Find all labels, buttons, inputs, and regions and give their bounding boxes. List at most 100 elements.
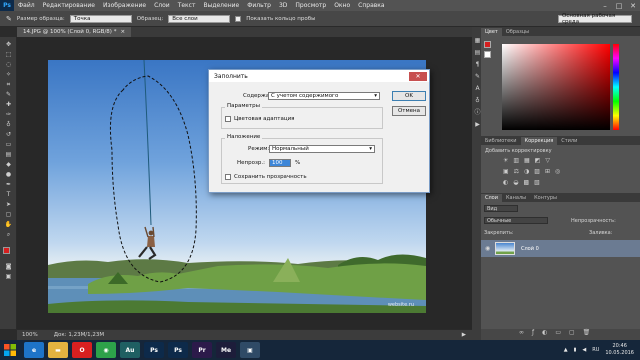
taskbar-chrome-icon[interactable]: ◉ [96, 342, 116, 358]
fill-dialog-close-button[interactable]: ✕ [409, 71, 427, 81]
healing-tool-icon[interactable]: ✚ [4, 101, 13, 108]
brush-tool-icon[interactable]: ✑ [4, 111, 13, 118]
tab-layers[interactable]: Слои [481, 194, 502, 202]
shape-tool-icon[interactable]: ▢ [4, 211, 13, 218]
path-select-tool-icon[interactable]: ➤ [4, 201, 13, 208]
hand-tool-icon[interactable]: ✋ [4, 221, 13, 228]
minimize-button[interactable]: – [598, 0, 612, 11]
tab-channels[interactable]: Каналы [502, 194, 530, 202]
tab-swatches[interactable]: Образцы [502, 28, 533, 36]
taskbar-photoshop-a-icon[interactable]: Ps [144, 342, 164, 358]
menu-3d[interactable]: 3D [275, 2, 291, 9]
layer-kind-value: Вид [487, 206, 498, 212]
foreground-color-swatch[interactable] [3, 247, 10, 254]
pen-tool-icon[interactable]: ✒ [4, 181, 13, 188]
menu-window[interactable]: Окно [330, 2, 354, 9]
taskbar-photoshop-b-icon[interactable]: Ps [168, 342, 188, 358]
menu-image[interactable]: Изображение [99, 2, 150, 9]
menu-help[interactable]: Справка [354, 2, 388, 9]
move-tool-icon[interactable]: ✥ [4, 41, 13, 48]
tab-libraries[interactable]: Библиотеки [481, 137, 521, 145]
ok-button[interactable]: OK [392, 91, 426, 101]
menu-type[interactable]: Текст [174, 2, 200, 9]
start-button[interactable] [0, 340, 20, 360]
fill-dialog-titlebar[interactable]: Заполнить ✕ [209, 70, 429, 82]
color-adapt-checkbox[interactable] [225, 116, 231, 122]
samples-select[interactable]: Все слои [168, 14, 231, 23]
menu-filter[interactable]: Фильтр [243, 2, 275, 9]
color-field[interactable] [502, 44, 610, 130]
sample-size-select[interactable]: Точка [69, 14, 132, 23]
preserve-transparency-checkbox[interactable] [225, 174, 231, 180]
menu-file[interactable]: Файл [14, 2, 39, 9]
eraser-tool-icon[interactable]: ▭ [4, 141, 13, 148]
maximize-button[interactable]: □ [612, 0, 626, 11]
menu-layers[interactable]: Слои [150, 2, 174, 9]
cancel-button[interactable]: Отмена [392, 106, 426, 116]
taskbar-opera-icon[interactable]: O [72, 342, 92, 358]
lasso-tool-icon[interactable]: ◌ [4, 61, 13, 68]
taskbar-apps: e ▬ O ◉ Au Ps Ps Pr Me ▣ [20, 342, 260, 358]
adjustment-icons-row-3[interactable]: ◐◒▩▧ [503, 179, 545, 186]
taskbar-audition-icon[interactable]: Au [120, 342, 140, 358]
fill-dialog-title: Заполнить [214, 72, 248, 80]
blur-tool-icon[interactable]: ◆ [4, 161, 13, 168]
taskbar-media-encoder-icon[interactable]: Me [216, 342, 236, 358]
close-window-button[interactable]: ✕ [626, 0, 640, 11]
network-icon[interactable]: ▮ [574, 347, 577, 353]
document-tab[interactable]: 14.JPG @ 100% (Слой 0, RGB/8) * × [17, 27, 132, 37]
status-arrow-icon[interactable]: ▶ [462, 332, 466, 338]
dodge-tool-icon[interactable]: ● [4, 171, 13, 178]
eyedropper-tool-icon[interactable]: ✎ [4, 91, 13, 98]
samples-label: Образец: [136, 15, 164, 22]
screen-mode-icon[interactable]: ▣ [4, 273, 13, 280]
crop-tool-icon[interactable]: ⌗ [4, 81, 13, 88]
document-tab-close-icon[interactable]: × [120, 29, 125, 35]
language-indicator[interactable]: RU [592, 347, 599, 353]
eyedropper-icon[interactable]: ✎ [6, 15, 12, 23]
tab-color[interactable]: Цвет [481, 28, 502, 36]
taskbar-extra-icon[interactable]: ▣ [240, 342, 260, 358]
marquee-tool-icon[interactable]: ⬚ [4, 51, 13, 58]
adjustment-icons-row-2[interactable]: ▣⚖◑▨⊞◎ [503, 168, 565, 175]
taskbar-premiere-icon[interactable]: Pr [192, 342, 212, 358]
mode-select[interactable]: Нормальный ▾ [269, 145, 375, 153]
content-select[interactable]: С учетом содержимого ▾ [268, 92, 380, 100]
taskbar-explorer-icon[interactable]: ▬ [48, 342, 68, 358]
history-brush-tool-icon[interactable]: ↺ [4, 131, 13, 138]
hue-slider[interactable] [613, 44, 619, 130]
quick-mask-icon[interactable]: ◙ [4, 263, 13, 270]
samples-value: Все слои [172, 15, 198, 22]
mode-value: Нормальный [272, 146, 309, 152]
clock[interactable]: 20:46 10.05.2016 [605, 343, 634, 357]
menu-edit[interactable]: Редактирование [39, 2, 99, 9]
menu-view[interactable]: Просмотр [291, 2, 330, 9]
opacity-input[interactable]: 100 [269, 159, 291, 167]
layer-footer-buttons[interactable]: ∞ƒ◐▭▢🗑 [481, 329, 640, 340]
quick-select-tool-icon[interactable]: ✧ [4, 71, 13, 78]
taskbar-ie-icon[interactable]: e [24, 342, 44, 358]
layer-name[interactable]: Слой 0 [521, 246, 539, 252]
panel-foreground-swatch[interactable] [484, 41, 491, 48]
status-bar: 100% Док: 1,23M/1,23M ▶ [17, 329, 472, 340]
type-tool-icon[interactable]: T [4, 191, 13, 198]
adjustment-icons-row-1[interactable]: ☀▥▦◩▽ [503, 157, 555, 164]
tab-paths[interactable]: Контуры [530, 194, 561, 202]
tray-arrow-icon[interactable]: ▲ [564, 347, 568, 353]
layer-row[interactable]: ◉ Слой 0 [481, 240, 640, 257]
tab-adjustments[interactable]: Коррекция [520, 137, 558, 145]
volume-icon[interactable]: ◀ [582, 347, 586, 353]
opacity-value: 100 [272, 160, 283, 166]
menu-select[interactable]: Выделение [199, 2, 243, 9]
zoom-level[interactable]: 100% [22, 332, 38, 338]
eye-icon[interactable]: ◉ [485, 245, 490, 252]
show-ring-checkbox[interactable] [235, 15, 242, 22]
stamp-tool-icon[interactable]: ♁ [4, 121, 13, 128]
panel-background-swatch[interactable] [484, 51, 491, 58]
blend-mode-select[interactable]: Обычные [484, 217, 548, 224]
zoom-tool-icon[interactable]: ⌕ [4, 231, 13, 238]
gradient-tool-icon[interactable]: ▤ [4, 151, 13, 158]
tab-styles[interactable]: Стили [557, 137, 581, 145]
workspace-select[interactable]: Основная рабочая среда [558, 13, 632, 25]
layer-kind-filter[interactable]: Вид [484, 205, 518, 212]
